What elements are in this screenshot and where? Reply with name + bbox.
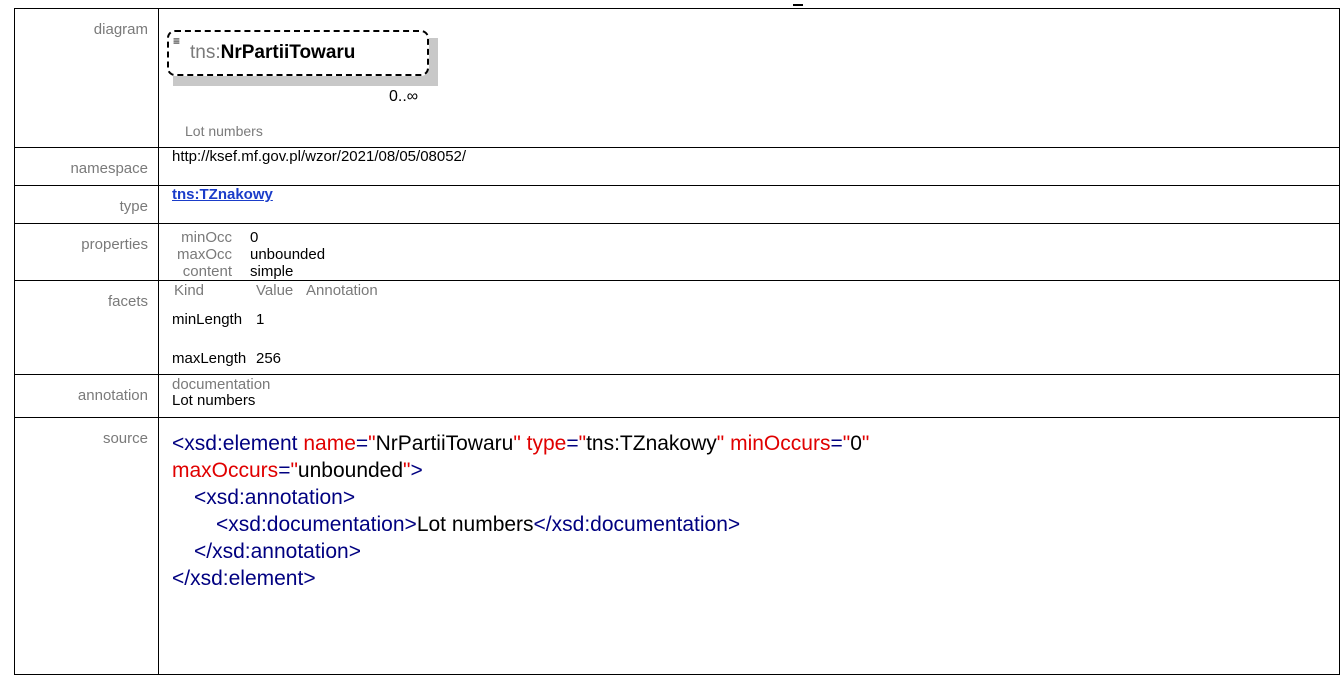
- source-line-6: </xsd:element>: [172, 565, 1339, 592]
- source-line-5: </xsd:annotation>: [172, 538, 1339, 565]
- element-diagram: ≡ tns:NrPartiiTowaru 0..∞ Lot numbers: [159, 9, 1339, 145]
- xml-attr-name: name: [303, 432, 356, 455]
- facet-value: 1: [256, 311, 265, 328]
- label-diagram: diagram: [14, 8, 159, 148]
- element-name: tns:NrPartiiTowaru: [190, 42, 355, 64]
- xml-text: Lot numbers: [416, 513, 534, 536]
- annotation-cell: documentation Lot numbers: [158, 374, 1340, 418]
- row-type: type tns:TZnakowy: [14, 185, 1340, 224]
- facets-cell: Kind Value Annotation minLength 1 maxLen…: [158, 280, 1340, 375]
- sequence-lines-icon: ≡: [173, 34, 181, 48]
- element-local-name: NrPartiiTowaru: [220, 42, 356, 63]
- source-code: <xsd:element name="NrPartiiTowaru" type=…: [172, 418, 1339, 592]
- xml-tag: </xsd:documentation>: [533, 513, 741, 536]
- xml-attr-value: 0: [850, 432, 862, 455]
- diagram-cell: ≡ tns:NrPartiiTowaru 0..∞ Lot numbers: [158, 8, 1340, 148]
- row-annotation: annotation documentation Lot numbers: [14, 374, 1340, 418]
- xml-attr-value: NrPartiiTowaru: [375, 432, 514, 455]
- xml-attr-value: tns:TZnakowy: [586, 432, 717, 455]
- facets-header-kind: Kind: [174, 282, 205, 299]
- facet-row: maxLength 256: [172, 350, 1339, 367]
- xml-tag: </xsd:annotation>: [194, 540, 361, 563]
- element-box[interactable]: ≡ tns:NrPartiiTowaru: [167, 30, 429, 76]
- label-namespace: namespace: [14, 147, 159, 186]
- property-value: unbounded: [250, 246, 326, 263]
- source-line-4: <xsd:documentation>Lot numbers</xsd:docu…: [172, 511, 1339, 538]
- annotation-block: documentation Lot numbers: [172, 375, 1339, 409]
- label-source: source: [14, 417, 159, 675]
- source-line-1: <xsd:element name="NrPartiiTowaru" type=…: [172, 432, 870, 455]
- property-key: maxOcc: [176, 246, 232, 263]
- cut-off-header: [0, 0, 1340, 8]
- cut-off-glyph: [793, 0, 803, 6]
- property-row: maxOcc unbounded: [172, 246, 1339, 263]
- type-cell: tns:TZnakowy: [158, 185, 1340, 224]
- row-diagram: diagram ≡ tns:NrPartiiTowaru 0..∞ Lot nu…: [14, 8, 1340, 148]
- xml-attr-type: type: [526, 432, 567, 455]
- property-value: simple: [250, 263, 294, 280]
- facet-kind: maxLength: [172, 350, 247, 367]
- diagram-doc-caption: Lot numbers: [185, 123, 263, 139]
- properties-list: minOcc 0 maxOcc unbounded content simple: [172, 224, 1339, 280]
- facets-header: Kind Value Annotation: [172, 283, 1339, 299]
- label-properties: properties: [14, 223, 159, 281]
- facet-row: minLength 1: [172, 311, 1339, 328]
- xml-tag: </xsd:element>: [172, 567, 316, 590]
- xml-tag: <xsd:annotation>: [194, 486, 356, 509]
- xml-attr-value: unbounded: [297, 459, 404, 482]
- row-facets: facets Kind Value Annotation minLength 1…: [14, 280, 1340, 375]
- xml-attr-maxoccurs: maxOccurs: [172, 459, 279, 482]
- properties-cell: minOcc 0 maxOcc unbounded content simple: [158, 223, 1340, 281]
- type-link[interactable]: tns:TZnakowy: [172, 186, 273, 203]
- property-key: content: [182, 263, 232, 280]
- source-line-3: <xsd:annotation>: [172, 484, 1339, 511]
- occurrence-label: 0..∞: [389, 88, 419, 105]
- annotation-title: documentation: [172, 376, 271, 393]
- row-source: source <xsd:element name="NrPartiiTowaru…: [14, 417, 1340, 675]
- row-namespace: namespace http://ksef.mf.gov.pl/wzor/202…: [14, 147, 1340, 186]
- schema-doc-table: diagram ≡ tns:NrPartiiTowaru 0..∞ Lot nu…: [14, 8, 1340, 675]
- facet-kind: minLength: [172, 311, 243, 328]
- annotation-text: Lot numbers: [172, 392, 256, 409]
- source-line-2: maxOccurs="unbounded">: [172, 459, 423, 482]
- label-facets: facets: [14, 280, 159, 375]
- facets-header-value: Value: [256, 282, 294, 299]
- label-annotation: annotation: [14, 374, 159, 418]
- facet-value: 256: [256, 350, 282, 367]
- property-value: 0: [250, 229, 259, 246]
- label-type: type: [14, 185, 159, 224]
- property-row: content simple: [172, 263, 1339, 280]
- xml-tag: <xsd:element: [172, 432, 298, 455]
- xml-attr-minoccurs: minOccurs: [730, 432, 831, 455]
- source-cell: <xsd:element name="NrPartiiTowaru" type=…: [158, 417, 1340, 675]
- facets-header-annotation: Annotation: [306, 282, 378, 299]
- property-row: minOcc 0: [172, 229, 1339, 246]
- element-prefix: tns:: [190, 42, 221, 63]
- property-key: minOcc: [181, 229, 232, 246]
- xml-tag: <xsd:documentation>: [216, 513, 417, 536]
- namespace-value: http://ksef.mf.gov.pl/wzor/2021/08/05/08…: [158, 147, 1340, 186]
- row-properties: properties minOcc 0 maxOcc unbounded conte…: [14, 223, 1340, 281]
- facets-table: Kind Value Annotation minLength 1 maxLen…: [172, 281, 1339, 368]
